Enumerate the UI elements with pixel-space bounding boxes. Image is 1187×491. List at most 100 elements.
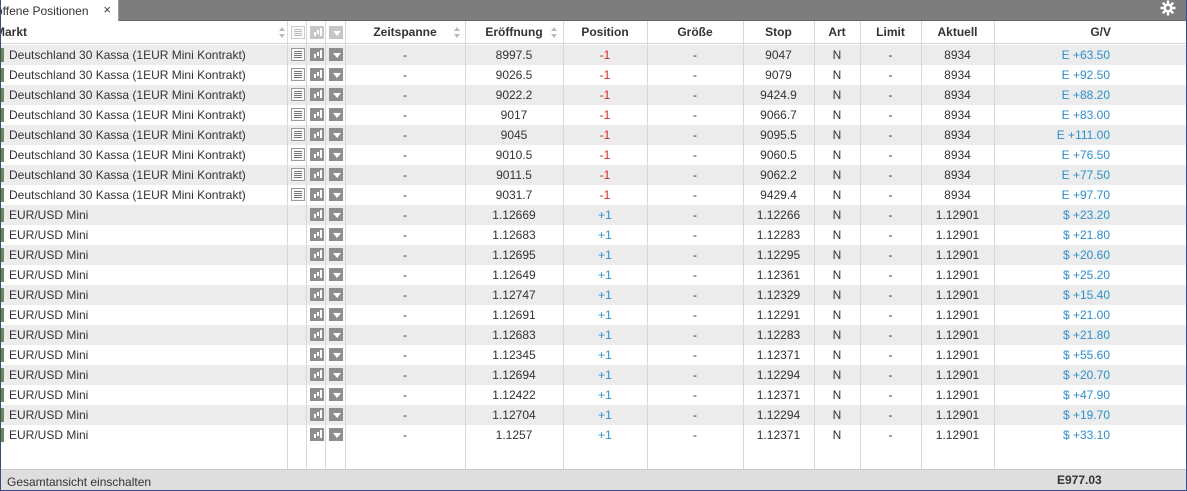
cell-market[interactable]: EUR/USD Mini [1, 285, 287, 305]
col-header-position[interactable]: Position [563, 21, 647, 44]
dropdown-arrow-icon[interactable] [329, 168, 343, 181]
cell-market[interactable]: EUR/USD Mini [1, 325, 287, 345]
table-row[interactable]: EUR/USD Mini - 1.12695 +1 - 1.12295 N - 1.12901 $… [1, 245, 1186, 265]
dropdown-arrow-icon[interactable] [329, 348, 343, 361]
chart-icon[interactable] [310, 268, 324, 281]
chart-icon[interactable] [310, 248, 324, 261]
chart-icon[interactable] [310, 108, 324, 121]
cell-market[interactable]: EUR/USD Mini [1, 385, 287, 405]
table-row[interactable]: EUR/USD Mini - 1.12422 +1 - 1.12371 N - 1.12901 $… [1, 385, 1186, 405]
cell-market[interactable]: EUR/USD Mini [1, 345, 287, 365]
dropdown-arrow-icon[interactable] [329, 248, 343, 261]
dropdown-arrow-icon[interactable] [329, 308, 343, 321]
dropdown-arrow-icon[interactable] [329, 208, 343, 221]
chart-icon[interactable] [310, 328, 324, 341]
table-row[interactable]: Deutschland 30 Kassa (1EUR Mini Kontrakt… [1, 65, 1186, 85]
chart-icon[interactable] [310, 288, 324, 301]
dropdown-arrow-icon[interactable] [329, 88, 343, 101]
cell-market[interactable]: Deutschland 30 Kassa (1EUR Mini Kontrakt… [1, 85, 287, 105]
cell-market[interactable]: EUR/USD Mini [1, 365, 287, 385]
sort-icon[interactable] [551, 27, 558, 39]
dropdown-arrow-icon[interactable] [329, 288, 343, 301]
cell-market[interactable]: EUR/USD Mini [1, 265, 287, 285]
chart-icon[interactable] [310, 408, 324, 421]
cell-market[interactable]: Deutschland 30 Kassa (1EUR Mini Kontrakt… [1, 45, 287, 65]
cell-market[interactable]: Deutschland 30 Kassa (1EUR Mini Kontrakt… [1, 65, 287, 85]
document-icon[interactable] [291, 108, 305, 121]
table-row[interactable]: EUR/USD Mini - 1.12669 +1 - 1.12266 N - 1.12901 $… [1, 205, 1186, 225]
dropdown-arrow-icon[interactable] [329, 128, 343, 141]
close-icon[interactable]: × [103, 3, 111, 17]
chart-icon[interactable] [310, 148, 324, 161]
chart-icon[interactable] [310, 208, 324, 221]
cell-market[interactable]: Deutschland 30 Kassa (1EUR Mini Kontrakt… [1, 185, 287, 205]
dropdown-arrow-icon[interactable] [329, 428, 343, 441]
table-row[interactable]: Deutschland 30 Kassa (1EUR Mini Kontrakt… [1, 45, 1186, 65]
cell-market[interactable]: Deutschland 30 Kassa (1EUR Mini Kontrakt… [1, 145, 287, 165]
cell-market[interactable]: Deutschland 30 Kassa (1EUR Mini Kontrakt… [1, 125, 287, 145]
chart-icon[interactable] [310, 228, 324, 241]
document-icon[interactable] [291, 188, 305, 201]
tab-open-positions[interactable]: offene Positionen × [1, 0, 119, 21]
col-header-eroeffnung[interactable]: Eröffnung [465, 21, 563, 44]
dropdown-arrow-icon[interactable] [329, 228, 343, 241]
table-row[interactable]: EUR/USD Mini - 1.12691 +1 - 1.12291 N - 1.12901 $… [1, 305, 1186, 325]
dropdown-arrow-icon[interactable] [329, 328, 343, 341]
chart-icon[interactable] [310, 188, 324, 201]
cell-market[interactable]: EUR/USD Mini [1, 245, 287, 265]
document-icon[interactable] [291, 68, 305, 81]
sort-icon[interactable] [279, 27, 286, 39]
table-row[interactable]: Deutschland 30 Kassa (1EUR Mini Kontrakt… [1, 105, 1186, 125]
dropdown-arrow-icon[interactable] [329, 188, 343, 201]
cell-market[interactable]: Deutschland 30 Kassa (1EUR Mini Kontrakt… [1, 165, 287, 185]
document-icon[interactable] [291, 48, 305, 61]
dropdown-arrow-icon[interactable] [329, 68, 343, 81]
table-row[interactable]: EUR/USD Mini - 1.12704 +1 - 1.12294 N - 1.12901 $… [1, 405, 1186, 425]
table-row[interactable]: Deutschland 30 Kassa (1EUR Mini Kontrakt… [1, 125, 1186, 145]
col-header-aktuell[interactable]: Aktuell [921, 21, 994, 44]
col-header-market[interactable]: Markt [1, 21, 281, 44]
chart-icon[interactable] [310, 308, 324, 321]
table-row[interactable]: EUR/USD Mini - 1.1257 +1 - 1.12371 N - 1.12901 $ … [1, 425, 1186, 445]
table-row[interactable]: Deutschland 30 Kassa (1EUR Mini Kontrakt… [1, 145, 1186, 165]
chart-icon[interactable] [310, 368, 324, 381]
cell-market[interactable]: EUR/USD Mini [1, 305, 287, 325]
cell-market[interactable]: EUR/USD Mini [1, 425, 287, 445]
table-row[interactable]: EUR/USD Mini - 1.12649 +1 - 1.12361 N - 1.12901 $… [1, 265, 1186, 285]
chart-icon[interactable] [310, 128, 324, 141]
document-icon[interactable] [291, 128, 305, 141]
document-icon[interactable] [291, 148, 305, 161]
chart-icon[interactable] [310, 388, 324, 401]
dropdown-arrow-icon[interactable] [329, 108, 343, 121]
chart-icon[interactable] [310, 88, 324, 101]
chart-icon[interactable] [310, 168, 324, 181]
cell-market[interactable]: Deutschland 30 Kassa (1EUR Mini Kontrakt… [1, 105, 287, 125]
chart-icon[interactable] [310, 68, 324, 81]
gear-icon[interactable] [1160, 0, 1176, 16]
col-header-art[interactable]: Art [814, 21, 860, 44]
document-icon[interactable] [291, 168, 305, 181]
table-row[interactable]: Deutschland 30 Kassa (1EUR Mini Kontrakt… [1, 185, 1186, 205]
col-header-stop[interactable]: Stop [743, 21, 814, 44]
dropdown-arrow-icon[interactable] [329, 408, 343, 421]
chart-icon[interactable] [310, 428, 324, 441]
chart-icon[interactable] [310, 48, 324, 61]
col-header-zeitspanne[interactable]: Zeitspanne [345, 21, 465, 44]
cell-market[interactable]: EUR/USD Mini [1, 205, 287, 225]
dropdown-arrow-icon[interactable] [329, 148, 343, 161]
table-row[interactable]: EUR/USD Mini - 1.12694 +1 - 1.12294 N - 1.12901 $… [1, 365, 1186, 385]
dropdown-arrow-icon[interactable] [329, 388, 343, 401]
chart-icon[interactable] [310, 348, 324, 361]
dropdown-arrow-icon[interactable] [329, 368, 343, 381]
dropdown-arrow-icon[interactable] [329, 268, 343, 281]
document-icon[interactable] [291, 88, 305, 101]
col-header-groesse[interactable]: Größe [647, 21, 743, 44]
dropdown-arrow-icon[interactable] [329, 48, 343, 61]
col-header-limit[interactable]: Limit [860, 21, 921, 44]
table-row[interactable]: EUR/USD Mini - 1.12683 +1 - 1.12283 N - 1.12901 $… [1, 225, 1186, 245]
table-row[interactable]: Deutschland 30 Kassa (1EUR Mini Kontrakt… [1, 85, 1186, 105]
sort-icon[interactable] [454, 27, 461, 39]
table-row[interactable]: Deutschland 30 Kassa (1EUR Mini Kontrakt… [1, 165, 1186, 185]
cell-market[interactable]: EUR/USD Mini [1, 225, 287, 245]
cell-market[interactable]: EUR/USD Mini [1, 405, 287, 425]
